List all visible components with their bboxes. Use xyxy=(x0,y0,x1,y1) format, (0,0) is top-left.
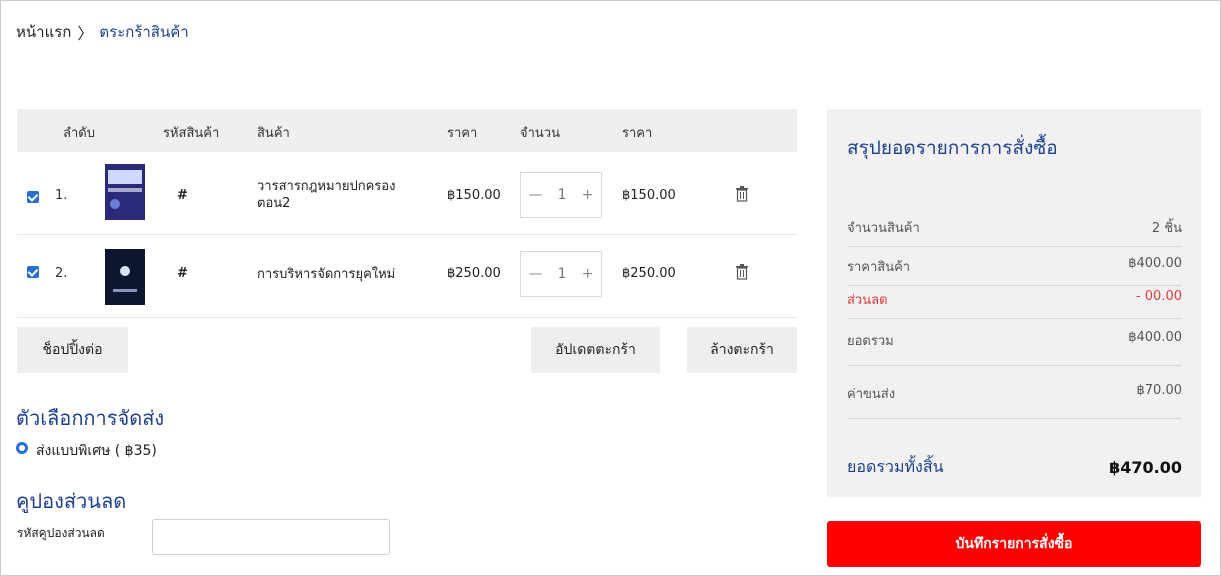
header-code: รหัสสินค้า xyxy=(163,126,220,141)
breadcrumb-separator-icon: 〉 xyxy=(77,24,94,43)
header-index: ลำดับ xyxy=(63,126,95,141)
table-row: 2. # การบริหารจัดการยุคใหม่ ฿250.00 — 1 … xyxy=(17,235,797,318)
product-code: # xyxy=(177,266,188,281)
quantity-stepper: — 1 + xyxy=(520,251,602,297)
row-checkbox[interactable] xyxy=(27,266,39,278)
update-cart-button[interactable]: อัปเดตตะกร้า xyxy=(531,327,660,373)
row-total: ฿250.00 xyxy=(622,266,676,281)
table-row: 1. # วารสารกฎหมายปกครอง ตอน2 ฿150.00 — 1… xyxy=(17,152,797,235)
trash-icon[interactable] xyxy=(735,186,749,202)
qty-plus-button[interactable]: + xyxy=(582,187,594,203)
row-index: 2. xyxy=(55,266,68,281)
row-checkbox[interactable] xyxy=(27,191,39,203)
order-summary: สรุปยอดรายการการสั่งซื้อ จำนวนสินค้า 2 ช… xyxy=(827,109,1201,497)
breadcrumb-home-link[interactable]: หน้าแรก xyxy=(16,20,71,44)
coupon-title: คูปองส่วนลด xyxy=(16,489,127,513)
qty-minus-button[interactable]: — xyxy=(529,266,543,282)
shipping-option-label[interactable]: ส่งแบบพิเศษ ( ฿35) xyxy=(36,440,157,462)
continue-shopping-button[interactable]: ช็อปปิ้งต่อ xyxy=(17,327,128,373)
product-price: ฿250.00 xyxy=(447,266,501,281)
coupon-label: รหัสคูปองส่วนลด xyxy=(17,526,105,540)
summary-price-value: ฿400.00 xyxy=(1128,256,1182,271)
summary-subtotal-label: ยอดรวม xyxy=(847,334,894,349)
product-code: # xyxy=(177,188,188,203)
breadcrumb-current: ตระกร้าสินค้า xyxy=(99,23,189,41)
row-total: ฿150.00 xyxy=(622,188,676,203)
summary-grand-total: ยอดรวมทั้งสิ้น ฿470.00 xyxy=(847,455,1182,480)
header-total: ราคา xyxy=(622,126,653,141)
header-price: ราคา xyxy=(447,126,478,141)
grand-total-value: ฿470.00 xyxy=(1109,458,1182,477)
shipping-title: ตัวเลือกการจัดส่ง xyxy=(16,406,165,430)
product-thumbnail[interactable] xyxy=(105,249,145,305)
summary-discount-label: ส่วนลด xyxy=(847,293,888,308)
product-name[interactable]: วารสารกฎหมายปกครอง ตอน2 xyxy=(257,178,407,212)
clear-cart-button[interactable]: ล้างตะกร้า xyxy=(687,327,797,373)
header-qty: จำนวน xyxy=(520,126,560,141)
trash-icon[interactable] xyxy=(735,264,749,280)
summary-title: สรุปยอดรายการการสั่งซื้อ xyxy=(847,137,1058,159)
quantity-stepper: — 1 + xyxy=(520,172,602,218)
summary-subtotal-row: ยอดรวม ฿400.00 xyxy=(847,330,1182,366)
breadcrumb: หน้าแรก 〉 ตระกร้าสินค้า xyxy=(16,20,189,44)
summary-price-label: ราคาสินค้า xyxy=(847,260,911,275)
summary-discount-row: ส่วนลด - 00.00 xyxy=(847,289,1182,319)
product-price: ฿150.00 xyxy=(447,188,501,203)
summary-shipping-row: ค่าขนส่ง ฿70.00 xyxy=(847,383,1182,419)
qty-value[interactable]: 1 xyxy=(558,266,567,282)
summary-discount-value: - 00.00 xyxy=(1135,289,1182,304)
shipping-radio[interactable] xyxy=(16,442,28,454)
coupon-input[interactable] xyxy=(152,519,390,555)
summary-subtotal-value: ฿400.00 xyxy=(1128,330,1182,345)
product-thumbnail[interactable] xyxy=(105,164,145,220)
row-index: 1. xyxy=(55,188,68,203)
grand-total-label: ยอดรวมทั้งสิ้น xyxy=(847,457,944,476)
summary-shipping-value: ฿70.00 xyxy=(1136,383,1183,398)
product-name[interactable]: การบริหารจัดการยุคใหม่ xyxy=(257,266,407,283)
summary-items-label: จำนวนสินค้า xyxy=(847,221,920,236)
qty-plus-button[interactable]: + xyxy=(582,266,594,282)
cart-table-header: ลำดับ รหัสสินค้า สินค้า ราคา จำนวน ราคา xyxy=(17,109,797,152)
save-order-button[interactable]: บันทึกรายการสั่งซื้อ xyxy=(827,521,1201,567)
summary-price-row: ราคาสินค้า ฿400.00 xyxy=(847,256,1182,286)
summary-shipping-label: ค่าขนส่ง xyxy=(847,387,896,402)
qty-minus-button[interactable]: — xyxy=(529,187,543,203)
header-product: สินค้า xyxy=(257,126,290,141)
summary-items-value: 2 ชิ้น xyxy=(1151,221,1182,236)
qty-value[interactable]: 1 xyxy=(558,187,567,203)
summary-items-row: จำนวนสินค้า 2 ชิ้น xyxy=(847,217,1182,247)
